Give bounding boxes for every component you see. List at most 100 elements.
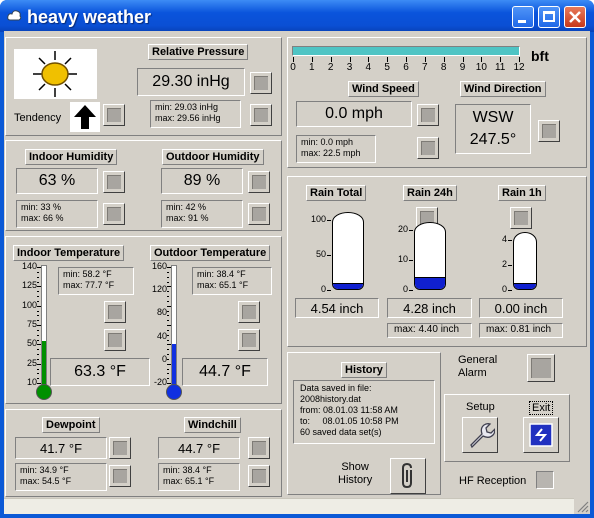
indoor-thermometer-tick	[37, 349, 39, 351]
exit-button[interactable]	[523, 417, 559, 453]
indoor-thermometer-tick-label: 100	[21, 299, 37, 310]
rain-24h-gauge-tick	[409, 260, 413, 261]
dewpoint-label: Dewpoint	[42, 417, 100, 433]
rain-24h-label: Rain 24h	[403, 185, 457, 201]
sun-icon	[33, 51, 77, 97]
rain-24h-gauge-fill	[415, 277, 445, 289]
pressure-alarm-button[interactable]	[250, 72, 272, 94]
windchill-alarm-button[interactable]	[248, 437, 270, 459]
rain-1h-gauge-fill	[514, 283, 536, 289]
exit-icon	[529, 423, 553, 447]
wind-speed-alarm-button[interactable]	[417, 104, 439, 126]
outdoor-thermometer-tick	[167, 281, 169, 283]
indoor-thermometer-tick-label: 125	[21, 280, 37, 291]
general-alarm-button[interactable]	[527, 354, 555, 382]
rain-24h-gauge-tick-label: 10	[397, 254, 408, 264]
outdoor-thermometer-tick	[167, 271, 169, 273]
windchill-minmax: min: 38.4 °F max: 65.1 °F	[158, 463, 240, 491]
rain-total-gauge-tick	[327, 255, 331, 256]
indoor-temp-minmax-alarm-button[interactable]	[104, 301, 126, 323]
indoor-thermometer-tick	[37, 291, 39, 293]
indoor-thermometer-tick-label: 25	[26, 357, 37, 368]
outdoor-humidity-label: Outdoor Humidity	[162, 149, 264, 165]
indoor-thermometer-tick	[37, 310, 39, 312]
dewpoint-minmax: min: 34.9 °F max: 54.5 °F	[15, 463, 107, 491]
wind-speed-min: min: 0.0 mph	[301, 137, 354, 147]
rain-1h-gauge-tick	[508, 265, 512, 266]
outdoor-humidity-max: max: 91 %	[166, 213, 209, 223]
hf-reception-label: HF Reception	[459, 475, 527, 487]
outdoor-humidity-min: min: 42 %	[166, 202, 207, 212]
outdoor-temp-label: Outdoor Temperature	[150, 245, 271, 261]
wind-scale-fill	[293, 47, 519, 55]
rain-1h-max: max: 0.81 inch	[479, 323, 563, 338]
wind-scale-tick-label: 1	[309, 62, 315, 73]
rain-1h-gauge-tick	[508, 240, 512, 241]
temperature-panel: Indoor Temperature Outdoor Temperature 1…	[5, 236, 282, 404]
indoor-temp-value: 63.3 °F	[50, 358, 150, 386]
show-history-button[interactable]	[390, 458, 426, 494]
indoor-temp-alarm-button[interactable]	[104, 329, 126, 351]
outdoor-temp-alarm-button[interactable]	[238, 329, 260, 351]
indoor-humidity-value: 63 %	[16, 168, 98, 194]
history-label: History	[341, 362, 387, 378]
rain-1h-gauge-tick-label: 2	[501, 259, 507, 269]
main-area: Relative Pressure 29.30 inHg min: 29.03 …	[4, 31, 590, 498]
paperclip-icon	[402, 462, 412, 489]
setup-label: Setup	[466, 401, 495, 413]
pressure-value: 29.30 inHg	[137, 68, 245, 96]
wind-speed-minmax-alarm-button[interactable]	[417, 137, 439, 159]
exit-label: Exit	[529, 401, 554, 415]
outdoor-humidity-minmax-alarm-button[interactable]	[248, 203, 270, 225]
indoor-humidity-max: max: 66 %	[21, 213, 64, 223]
general-alarm-label-1: General	[458, 354, 498, 366]
windchill-value: 44.7 °F	[158, 437, 240, 459]
indoor-thermometer-tick-label: 10	[26, 377, 37, 387]
dewpoint-alarm-button[interactable]	[109, 437, 131, 459]
outdoor-temp-value: 44.7 °F	[182, 358, 268, 386]
indoor-temp-minmax: min: 58.2 °F max: 77.7 °F	[58, 267, 134, 295]
outdoor-humidity-minmax: min: 42 % max: 91 %	[161, 200, 243, 228]
tendency-alarm-button[interactable]	[103, 104, 125, 126]
wind-direction-label: Wind Direction	[460, 81, 546, 97]
indoor-thermometer-tick	[37, 368, 39, 370]
horizontal-scrollbar[interactable]	[4, 498, 574, 514]
outdoor-thermometer-tick	[167, 358, 169, 360]
close-button[interactable]	[564, 6, 586, 28]
rain-1h-alarm-button[interactable]	[510, 207, 532, 229]
outdoor-humidity-alarm-button[interactable]	[248, 171, 270, 193]
history-info: Data saved in file: 2008history.dat from…	[293, 380, 435, 444]
pressure-minmax-alarm-button[interactable]	[250, 104, 272, 126]
wind-scale-unit: bft	[531, 48, 549, 64]
dewpoint-minmax-alarm-button[interactable]	[109, 465, 131, 487]
wind-scale-tick-label: 6	[403, 62, 409, 73]
rain-24h-gauge-tick	[409, 290, 413, 291]
title-bar[interactable]: heavy weather	[0, 0, 594, 32]
history-panel: History Data saved in file: 2008history.…	[287, 352, 441, 495]
indoor-thermometer-tick	[37, 276, 39, 278]
outdoor-temp-minmax: min: 38.4 °F max: 65.1 °F	[192, 267, 272, 295]
wind-direction-value: WSW 247.5°	[455, 104, 531, 154]
resize-grip[interactable]	[574, 498, 590, 514]
wind-speed-value: 0.0 mph	[296, 101, 412, 127]
outdoor-temp-minmax-alarm-button[interactable]	[238, 301, 260, 323]
rain-total-gauge-fill	[333, 283, 363, 289]
wrench-icon	[470, 423, 495, 449]
wind-scale-tick-label: 11	[494, 62, 506, 73]
rain-1h-gauge-tick-label: 0	[501, 284, 507, 294]
indoor-thermometer-tick	[37, 373, 39, 375]
dewpoint-value: 41.7 °F	[15, 437, 107, 459]
indoor-thermometer-tick	[37, 354, 39, 355]
windchill-minmax-alarm-button[interactable]	[248, 465, 270, 487]
maximize-button[interactable]	[538, 6, 560, 28]
indoor-temp-min: min: 58.2 °F	[63, 269, 112, 279]
indoor-thermometer-tick-label: 75	[26, 319, 37, 329]
minimize-button[interactable]	[512, 6, 534, 28]
indoor-humidity-alarm-button[interactable]	[103, 171, 125, 193]
wind-speed-label: Wind Speed	[348, 81, 419, 97]
setup-button[interactable]	[462, 417, 498, 453]
indoor-humidity-label: Indoor Humidity	[25, 149, 118, 165]
wind-direction-alarm-button[interactable]	[538, 120, 560, 142]
indoor-thermometer-tick	[37, 329, 39, 331]
indoor-humidity-minmax-alarm-button[interactable]	[103, 203, 125, 225]
